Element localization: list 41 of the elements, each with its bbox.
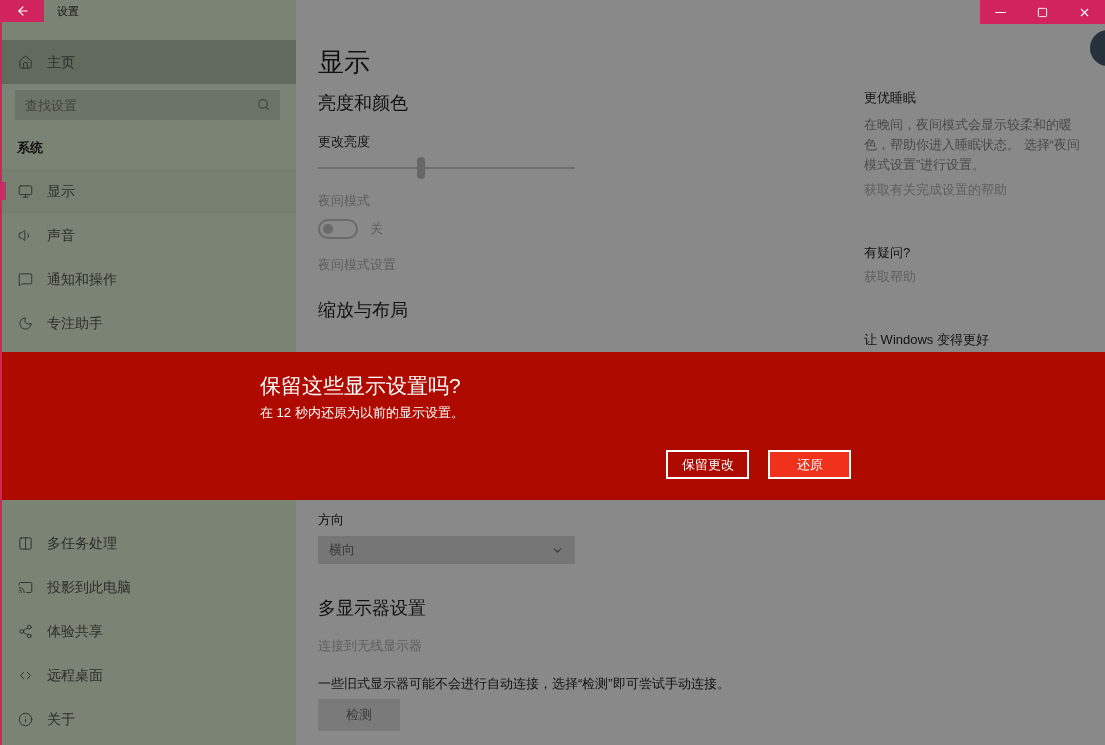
moon-icon bbox=[18, 315, 33, 331]
sidebar-item[interactable]: 多任务处理 bbox=[2, 521, 296, 565]
selection-indicator bbox=[2, 182, 6, 200]
sidebar-item[interactable]: 显示 bbox=[2, 169, 296, 213]
brightness-slider[interactable] bbox=[318, 156, 575, 180]
section-heading: 多显示器设置 bbox=[318, 597, 426, 620]
search-icon bbox=[257, 98, 270, 111]
banner-title: 保留这些显示设置吗? bbox=[260, 373, 462, 399]
keep-changes-button[interactable]: 保留更改 bbox=[666, 450, 749, 479]
maximize-icon bbox=[1037, 6, 1048, 18]
share-icon bbox=[18, 623, 33, 639]
sidebar-item[interactable]: 投影到此电脑 bbox=[2, 565, 296, 609]
sidebar-item[interactable]: 声音 bbox=[2, 213, 296, 257]
sidebar-item[interactable]: 远程桌面 bbox=[2, 653, 296, 697]
panel-heading: 有疑问? bbox=[864, 244, 911, 262]
slider-label: 更改亮度 bbox=[318, 133, 370, 151]
revert-button[interactable]: 还原 bbox=[768, 450, 851, 479]
banner-message: 在 12 秒内还原为以前的显示设置。 bbox=[260, 404, 465, 422]
sidebar-item[interactable]: 专注助手 bbox=[2, 301, 296, 345]
section-heading: 亮度和颜色 bbox=[318, 92, 408, 115]
description-text: 一些旧式显示器可能不会进行自动连接，选择“检测”即可尝试手动连接。 bbox=[318, 675, 731, 693]
setting-label: 方向 bbox=[318, 511, 344, 529]
section-heading: 缩放与布局 bbox=[318, 299, 408, 322]
panel-heading: 更优睡眠 bbox=[864, 89, 916, 107]
panel-heading: 让 Windows 变得更好 bbox=[864, 331, 989, 349]
info-icon bbox=[18, 711, 33, 727]
message-icon bbox=[18, 271, 33, 287]
monitor-icon bbox=[18, 183, 33, 199]
minimize-icon bbox=[995, 11, 1007, 13]
sidebar-item[interactable]: 关于 bbox=[2, 697, 296, 741]
sidebar-item[interactable]: 通知和操作 bbox=[2, 257, 296, 301]
panel-text: 在晚间，夜间模式会显示较柔和的暖色，帮助你进入睡眠状态。 选择“夜间模式设置”进行设置。 bbox=[864, 116, 1081, 174]
section-heading: 系统 bbox=[17, 139, 44, 157]
slider-thumb[interactable] bbox=[416, 157, 425, 179]
columns-icon bbox=[18, 535, 33, 551]
home-icon bbox=[18, 54, 33, 70]
back-button[interactable] bbox=[2, 0, 44, 22]
sidebar-item[interactable]: 体验共享 bbox=[2, 609, 296, 653]
page-title: 显示 bbox=[318, 46, 370, 78]
cast-icon bbox=[18, 579, 33, 595]
window-title: 设置 bbox=[57, 3, 79, 19]
